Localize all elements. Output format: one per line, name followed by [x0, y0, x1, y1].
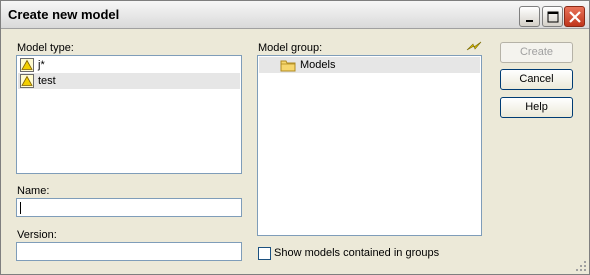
create-new-model-dialog: Create new model Model type: j* test Nam… — [0, 0, 590, 275]
tree-node-label: Models — [300, 59, 336, 71]
title-bar[interactable]: Create new model — [1, 1, 589, 29]
close-icon — [569, 11, 581, 23]
maximize-icon — [547, 11, 559, 23]
cancel-button[interactable]: Cancel — [500, 69, 573, 90]
warning-triangle-icon — [20, 58, 34, 72]
minimize-icon — [526, 20, 533, 22]
window-title: Create new model — [8, 7, 120, 22]
maximize-button[interactable] — [542, 6, 563, 27]
show-models-checkbox[interactable] — [258, 247, 271, 260]
model-type-list[interactable]: j* test — [16, 55, 242, 174]
model-group-label: Model group: — [258, 42, 323, 54]
tree-node-models[interactable]: Models — [259, 57, 480, 73]
list-item[interactable]: j* — [18, 57, 240, 73]
lightning-icon[interactable] — [466, 41, 482, 51]
show-models-label: Show models contained in groups — [274, 247, 440, 259]
warning-triangle-icon — [20, 74, 34, 88]
model-type-label: Model type: — [17, 42, 74, 54]
list-item-label: j* — [38, 59, 45, 71]
model-group-tree[interactable]: Models — [257, 55, 482, 236]
create-button[interactable]: Create — [500, 42, 573, 63]
help-button[interactable]: Help — [500, 97, 573, 118]
folder-icon — [280, 60, 296, 72]
close-button[interactable] — [564, 6, 585, 27]
version-field[interactable] — [16, 242, 242, 261]
list-item-label: test — [38, 75, 56, 87]
name-label: Name: — [17, 185, 50, 197]
text-caret — [20, 202, 21, 214]
minimize-button[interactable] — [519, 6, 540, 27]
name-field[interactable] — [16, 198, 242, 217]
resize-grip-icon[interactable] — [575, 260, 587, 272]
list-item[interactable]: test — [18, 73, 240, 89]
version-label: Version: — [17, 229, 57, 241]
